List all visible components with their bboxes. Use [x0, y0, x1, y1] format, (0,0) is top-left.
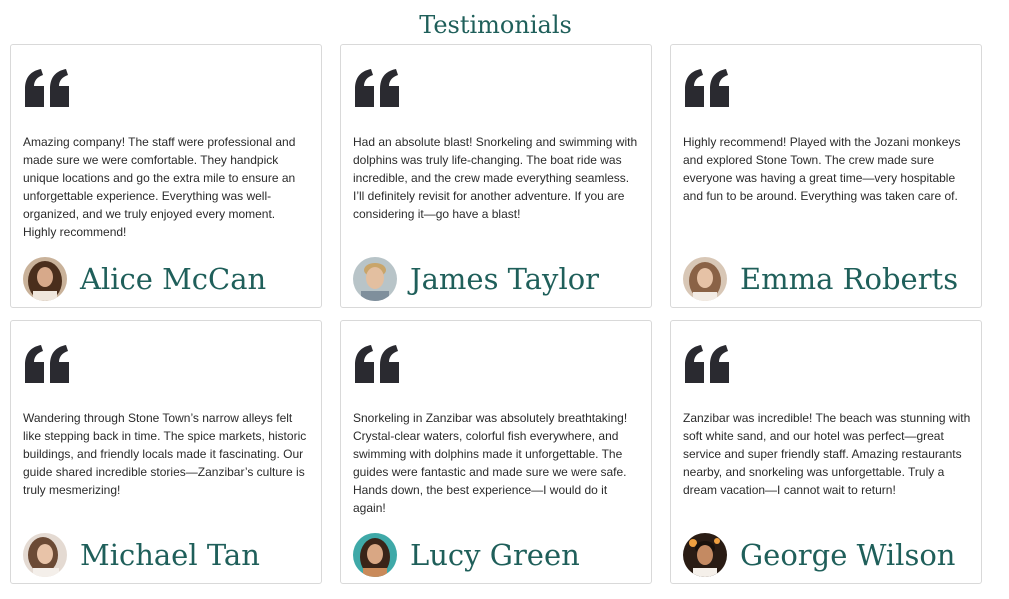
author-name: Michael Tan: [80, 538, 260, 572]
testimonial-card: Had an absolute blast! Snorkeling and sw…: [340, 44, 652, 308]
testimonials-grid: Amazing company! The staff were professi…: [10, 44, 982, 584]
testimonial-author: Lucy Green: [353, 532, 580, 578]
testimonial-author: Emma Roberts: [683, 256, 958, 302]
testimonial-author: Alice McCan: [23, 256, 266, 302]
author-name: Lucy Green: [410, 538, 580, 572]
avatar: [683, 257, 727, 301]
quote-icon: [25, 69, 69, 107]
testimonial-text: Snorkeling in Zanzibar was absolutely br…: [353, 411, 628, 515]
testimonial-text: Highly recommend! Played with the Jozani…: [683, 135, 961, 203]
quote-icon: [685, 69, 729, 107]
testimonial-text: Had an absolute blast! Snorkeling and sw…: [353, 135, 638, 221]
avatar: [353, 257, 397, 301]
author-name: George Wilson: [740, 538, 956, 572]
testimonial-text: Wandering through Stone Town’s narrow al…: [23, 411, 307, 497]
testimonial-author: James Taylor: [353, 256, 599, 302]
author-name: Emma Roberts: [740, 262, 959, 296]
avatar: [683, 533, 727, 577]
testimonial-card: Snorkeling in Zanzibar was absolutely br…: [340, 320, 652, 584]
quote-icon: [25, 345, 69, 383]
avatar: [353, 533, 397, 577]
testimonial-text: Amazing company! The staff were professi…: [23, 135, 296, 239]
author-name: James Taylor: [410, 262, 600, 296]
avatar: [23, 257, 67, 301]
testimonial-card: Amazing company! The staff were professi…: [10, 44, 322, 308]
testimonial-text: Zanzibar was incredible! The beach was s…: [683, 411, 971, 497]
author-name: Alice McCan: [80, 262, 267, 296]
section-title: Testimonials: [419, 11, 572, 39]
quote-icon: [355, 69, 399, 107]
testimonial-author: Michael Tan: [23, 532, 260, 578]
quote-icon: [685, 345, 729, 383]
testimonial-card: Wandering through Stone Town’s narrow al…: [10, 320, 322, 584]
quote-icon: [355, 345, 399, 383]
avatar: [23, 533, 67, 577]
testimonial-author: George Wilson: [683, 532, 955, 578]
testimonial-card: Zanzibar was incredible! The beach was s…: [670, 320, 982, 584]
testimonial-card: Highly recommend! Played with the Jozani…: [670, 44, 982, 308]
